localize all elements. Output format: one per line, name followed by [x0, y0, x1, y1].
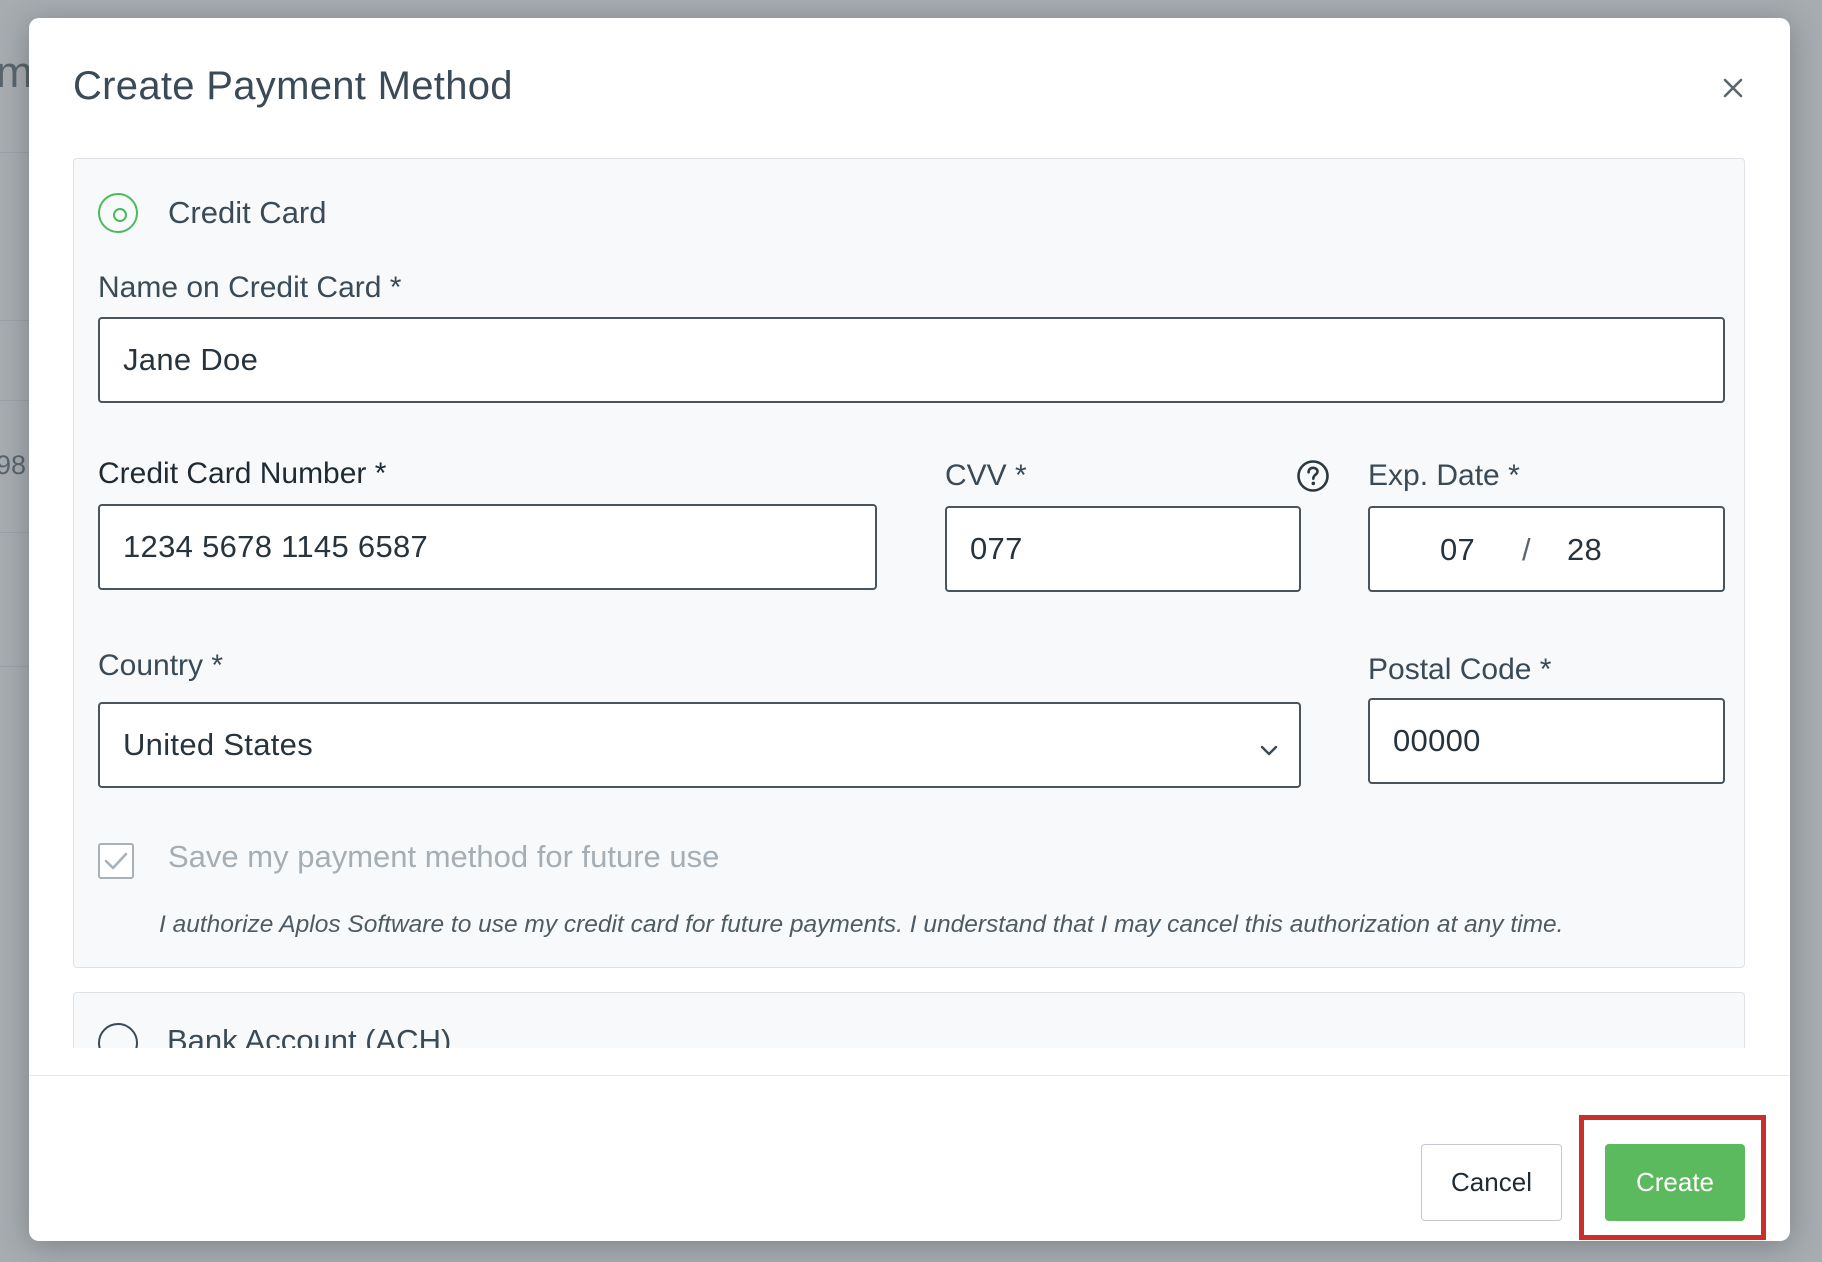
country-label: Country *: [98, 649, 224, 682]
name-on-card-label: Name on Credit Card *: [98, 271, 402, 304]
create-button[interactable]: Create: [1605, 1144, 1745, 1221]
exp-date-label: Exp. Date *: [1368, 459, 1520, 492]
card-number-input[interactable]: 1234 5678 1145 6587: [98, 504, 877, 590]
exp-date-separator: /: [1522, 532, 1531, 567]
cvv-help-icon[interactable]: [1296, 459, 1330, 493]
postal-code-value: 00000: [1393, 723, 1481, 758]
footer-divider: [29, 1075, 1790, 1076]
exp-date-input[interactable]: 07 / 28: [1368, 506, 1725, 592]
name-on-card-value: Jane Doe: [123, 342, 259, 377]
postal-code-label: Postal Code *: [1368, 653, 1552, 686]
authorization-text: I authorize Aplos Software to use my cre…: [159, 911, 1564, 938]
country-value: United States: [123, 727, 314, 762]
bank-account-option-label[interactable]: Bank Account (ACH): [167, 1023, 451, 1048]
exp-year-value[interactable]: 28: [1567, 532, 1602, 568]
modal-body[interactable]: Credit Card Name on Credit Card * Jane D…: [73, 158, 1745, 1048]
save-payment-checkbox[interactable]: [98, 843, 134, 879]
credit-card-radio[interactable]: [98, 193, 138, 233]
chevron-down-icon: [1257, 734, 1281, 758]
country-select[interactable]: United States: [98, 702, 1301, 788]
card-number-value: 1234 5678 1145 6587: [123, 529, 429, 564]
postal-code-input[interactable]: 00000: [1368, 698, 1725, 784]
cvv-label: CVV *: [945, 459, 1027, 492]
exp-month-value[interactable]: 07: [1440, 532, 1475, 568]
credit-card-option-label: Credit Card: [168, 195, 327, 230]
name-on-card-input[interactable]: Jane Doe: [98, 317, 1725, 403]
cancel-button[interactable]: Cancel: [1421, 1144, 1562, 1221]
bank-account-panel: Bank Account (ACH): [73, 992, 1745, 1048]
question-icon: [1297, 460, 1329, 492]
close-icon[interactable]: [1715, 70, 1751, 106]
checkmark-icon: [104, 852, 128, 870]
credit-card-option[interactable]: Credit Card: [98, 193, 327, 233]
credit-card-panel: Credit Card Name on Credit Card * Jane D…: [73, 158, 1745, 968]
cvv-value: 077: [970, 531, 1023, 566]
cvv-input[interactable]: 077: [945, 506, 1301, 592]
bank-account-radio[interactable]: [98, 1023, 138, 1048]
save-payment-label[interactable]: Save my payment method for future use: [168, 839, 719, 875]
create-payment-method-modal: Create Payment Method Credit Card Name o…: [29, 18, 1790, 1241]
close-icon-glyph: [1723, 78, 1743, 98]
modal-title: Create Payment Method: [73, 64, 513, 108]
card-number-label: Credit Card Number *: [98, 457, 387, 490]
